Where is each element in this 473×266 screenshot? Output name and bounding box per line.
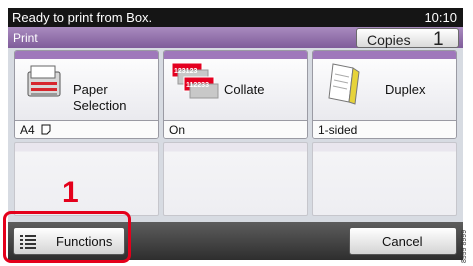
card-label: Collate: [224, 82, 265, 97]
collate-badge-bottom: 112233: [186, 82, 209, 89]
side-code: 8999 8999: [461, 229, 468, 263]
card-label-line2: Selection: [73, 98, 127, 113]
card-band: [15, 51, 158, 59]
collate-card[interactable]: 123123 112233 Collate On: [163, 50, 308, 139]
cancel-label: Cancel: [382, 234, 423, 249]
copies-label: Copies: [367, 32, 411, 48]
portrait-paper-icon: [41, 124, 51, 135]
collate-value-text: On: [169, 123, 186, 137]
collate-value: On: [164, 120, 307, 138]
duplex-value: 1-sided: [313, 120, 456, 138]
paper-value: A4: [15, 120, 158, 138]
empty-slot: [14, 142, 159, 216]
empty-slot: [163, 142, 308, 216]
status-message: Ready to print from Box.: [12, 10, 153, 25]
duplex-icon: [328, 63, 360, 105]
function-cards: Paper Selection A4 123123 112233 Collate: [14, 50, 457, 139]
duplex-value-text: 1-sided: [318, 123, 358, 137]
highlight-box: [3, 211, 131, 263]
cancel-button[interactable]: Cancel: [349, 227, 457, 255]
card-label-line1: Paper: [73, 82, 108, 97]
card-band: [313, 51, 456, 59]
status-bar: Ready to print from Box. 10:10: [8, 8, 463, 27]
collate-icon: 123123 112233: [171, 62, 219, 99]
status-time: 10:10: [424, 10, 457, 25]
step-callout: 1: [62, 176, 79, 209]
empty-slots: [14, 142, 457, 216]
page-title: Print: [13, 31, 38, 45]
paper-value-text: A4: [20, 123, 35, 137]
card-label: Duplex: [385, 82, 426, 97]
card-band: [164, 51, 307, 59]
title-bar: Print Copies 1: [8, 27, 463, 50]
collate-badge-top: 123123: [174, 68, 197, 75]
empty-slot: [312, 142, 457, 216]
paper-selection-card[interactable]: Paper Selection A4: [14, 50, 159, 139]
duplex-card[interactable]: Duplex 1-sided: [312, 50, 457, 139]
copies-button[interactable]: Copies 1: [356, 28, 459, 50]
paper-tray-icon: [27, 65, 61, 97]
copies-count: 1: [433, 29, 444, 50]
